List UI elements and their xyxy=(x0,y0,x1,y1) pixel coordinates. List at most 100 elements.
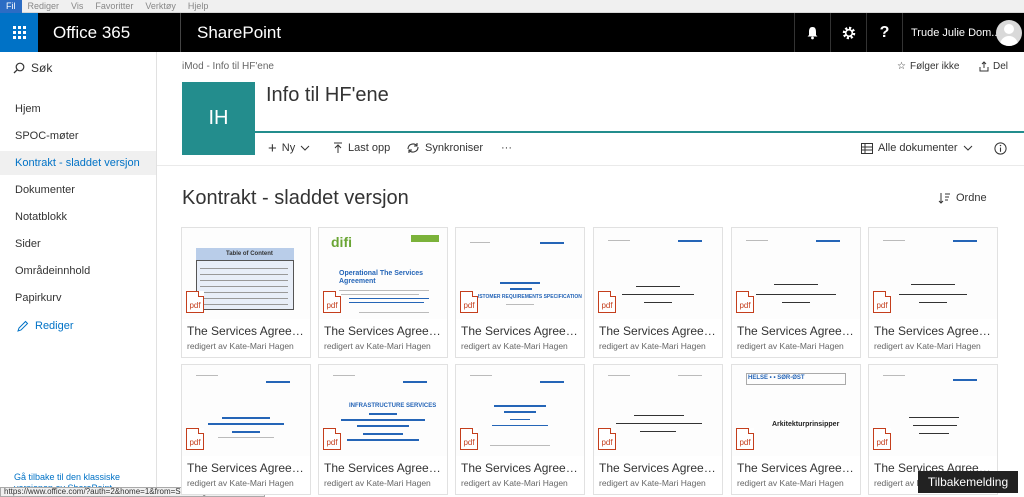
sync-icon xyxy=(407,143,419,153)
help-icon: ? xyxy=(879,23,890,41)
share-label: Del xyxy=(993,61,1009,72)
view-selector[interactable]: Alle dokumenter xyxy=(861,140,973,156)
file-name[interactable]: The Services Agreement xyxy=(187,461,309,475)
file-tile[interactable]: HELSE • • SØR-ØST Arkitekturprinsipper p… xyxy=(731,364,861,495)
site-logo[interactable]: IH xyxy=(182,82,255,155)
pdf-icon: pdf xyxy=(460,291,478,313)
file-modified-by: redigert av Kate-Mari Hagen xyxy=(324,341,431,351)
file-modified-by: redigert av Kate-Mari Hagen xyxy=(324,478,431,488)
pdf-icon: pdf xyxy=(873,428,891,450)
file-tile[interactable]: pdf The Services Agreement redigert av K… xyxy=(868,227,998,358)
menu-view[interactable]: Vis xyxy=(65,0,89,13)
settings-button[interactable] xyxy=(830,13,866,52)
file-modified-by: redigert av Kate-Mari Hagen xyxy=(187,341,294,351)
menu-tools[interactable]: Verktøy xyxy=(139,0,182,13)
file-name[interactable]: The Services Agreement xyxy=(599,461,721,475)
info-button[interactable] xyxy=(994,140,1007,156)
share-icon xyxy=(979,61,989,72)
file-name[interactable]: The Services Agreement xyxy=(737,461,859,475)
file-tile[interactable]: pdf The Services Agreement redigert av K… xyxy=(455,364,585,495)
file-tile[interactable]: pdf The Services Agreement redigert av K… xyxy=(731,227,861,358)
sidebar-item-kontrakt[interactable]: Kontrakt - sladdet versjon xyxy=(0,151,156,175)
file-thumbnail: CUSTOMER REQUIREMENTS SPECIFICATION pdf xyxy=(456,228,584,319)
file-modified-by: redigert av Kate-Mari Hagen xyxy=(599,478,706,488)
file-name[interactable]: The Services Agreement xyxy=(324,324,446,338)
pdf-icon: pdf xyxy=(598,291,616,313)
file-name[interactable]: The Services Agreement xyxy=(324,461,446,475)
suite-bar: Office 365 SharePoint ? Trude Julie Dom.… xyxy=(0,13,1024,52)
file-tile[interactable]: difi Operational The Services Agreement … xyxy=(318,227,448,358)
file-modified-by: redigert av Kate-Mari Hagen xyxy=(874,341,981,351)
follow-button[interactable]: ☆ Følger ikke xyxy=(897,61,959,72)
file-name[interactable]: The Services Agreement xyxy=(461,324,583,338)
list-view-icon xyxy=(861,142,873,154)
file-modified-by: redigert av Kate-Mari Hagen xyxy=(737,341,844,351)
file-name[interactable]: The Services Agreement xyxy=(599,324,721,338)
share-button[interactable]: Del xyxy=(979,61,1008,72)
sidebar-item-dokumenter[interactable]: Dokumenter xyxy=(0,178,156,202)
command-bar-divider xyxy=(157,165,1024,166)
sort-button[interactable]: Ordne xyxy=(938,192,987,204)
file-name[interactable]: The Services Agreement xyxy=(187,324,309,338)
upload-button[interactable]: Last opp xyxy=(333,140,390,156)
breadcrumb[interactable]: iMod - Info til HF'ene xyxy=(182,61,274,72)
notifications-button[interactable] xyxy=(794,13,830,52)
file-tile[interactable]: CUSTOMER REQUIREMENTS SPECIFICATION pdf … xyxy=(455,227,585,358)
sidebar-item-notatblokk[interactable]: Notatblokk xyxy=(0,205,156,229)
app-launcher-button[interactable] xyxy=(0,13,38,52)
plus-icon: + xyxy=(268,139,277,157)
file-thumbnail: difi Operational The Services Agreement … xyxy=(319,228,447,319)
file-tile[interactable]: pdf The Services Agreement redigert av K… xyxy=(593,364,723,495)
pdf-icon: pdf xyxy=(323,428,341,450)
more-button[interactable]: ··· xyxy=(501,140,512,156)
file-tile[interactable]: INFRASTRUCTURE SERVICES pdf The Services… xyxy=(318,364,448,495)
sidebar-item-omradeinnhold[interactable]: Områdeinnhold xyxy=(0,259,156,283)
feedback-button[interactable]: Tilbakemelding xyxy=(918,471,1018,493)
help-button[interactable]: ? xyxy=(866,13,902,52)
menu-edit[interactable]: Rediger xyxy=(22,0,66,13)
file-thumbnail: pdf xyxy=(182,365,310,456)
office365-brand[interactable]: Office 365 xyxy=(38,23,180,43)
search-icon xyxy=(13,62,25,74)
file-thumbnail: INFRASTRUCTURE SERVICES pdf xyxy=(319,365,447,456)
file-thumbnail: pdf xyxy=(456,365,584,456)
file-thumbnail: Table of Content pdf xyxy=(182,228,310,319)
sync-button[interactable]: Synkroniser xyxy=(406,140,483,156)
pdf-icon: pdf xyxy=(186,291,204,313)
file-tile[interactable]: pdf The Services Agreement redigert av K… xyxy=(181,364,311,495)
file-tile[interactable]: pdf The Services Agreement redigert av K… xyxy=(593,227,723,358)
file-name[interactable]: The Services Agreement xyxy=(461,461,583,475)
thumb-text: INFRASTRUCTURE SERVICES xyxy=(349,403,437,409)
file-thumbnail: pdf xyxy=(594,365,722,456)
chevron-down-icon xyxy=(300,145,310,151)
menu-help[interactable]: Hjelp xyxy=(182,0,215,13)
menu-favorites[interactable]: Favoritter xyxy=(89,0,139,13)
file-name[interactable]: The Services Agreement xyxy=(874,324,996,338)
sidebar-item-sider[interactable]: Sider xyxy=(0,232,156,256)
follow-label: Følger ikke xyxy=(909,61,960,72)
edit-navigation-link[interactable]: Rediger xyxy=(17,320,74,332)
pdf-icon: pdf xyxy=(598,428,616,450)
sidebar-item-spoc-moter[interactable]: SPOC-møter xyxy=(0,124,156,148)
file-name[interactable]: The Services Agreement xyxy=(737,324,859,338)
info-icon xyxy=(994,141,1007,155)
pdf-icon: pdf xyxy=(460,428,478,450)
more-icon: ··· xyxy=(501,142,512,154)
file-modified-by: redigert av Kate-Mari Hagen xyxy=(461,478,568,488)
edit-label: Rediger xyxy=(35,320,74,332)
search-box[interactable]: Søk xyxy=(13,61,52,75)
sidebar-item-papirkurv[interactable]: Papirkurv xyxy=(0,286,156,310)
chevron-down-icon xyxy=(963,145,972,151)
menu-file[interactable]: Fil xyxy=(0,0,22,13)
sharepoint-app-title[interactable]: SharePoint xyxy=(181,23,794,43)
search-label: Søk xyxy=(31,61,53,75)
browser-menubar: Fil Rediger Vis Favoritter Verktøy Hjelp xyxy=(0,0,1024,13)
pdf-icon: pdf xyxy=(323,291,341,313)
user-menu[interactable]: Trude Julie Dom... xyxy=(902,13,1024,52)
new-button[interactable]: + Ny xyxy=(268,139,310,157)
file-tile[interactable]: Table of Content pdf The Services Agreem… xyxy=(181,227,311,358)
file-thumbnail: pdf xyxy=(594,228,722,319)
pdf-icon: pdf xyxy=(186,428,204,450)
sidebar-item-hjem[interactable]: Hjem xyxy=(0,97,156,121)
page-title[interactable]: Info til HF'ene xyxy=(266,84,389,107)
